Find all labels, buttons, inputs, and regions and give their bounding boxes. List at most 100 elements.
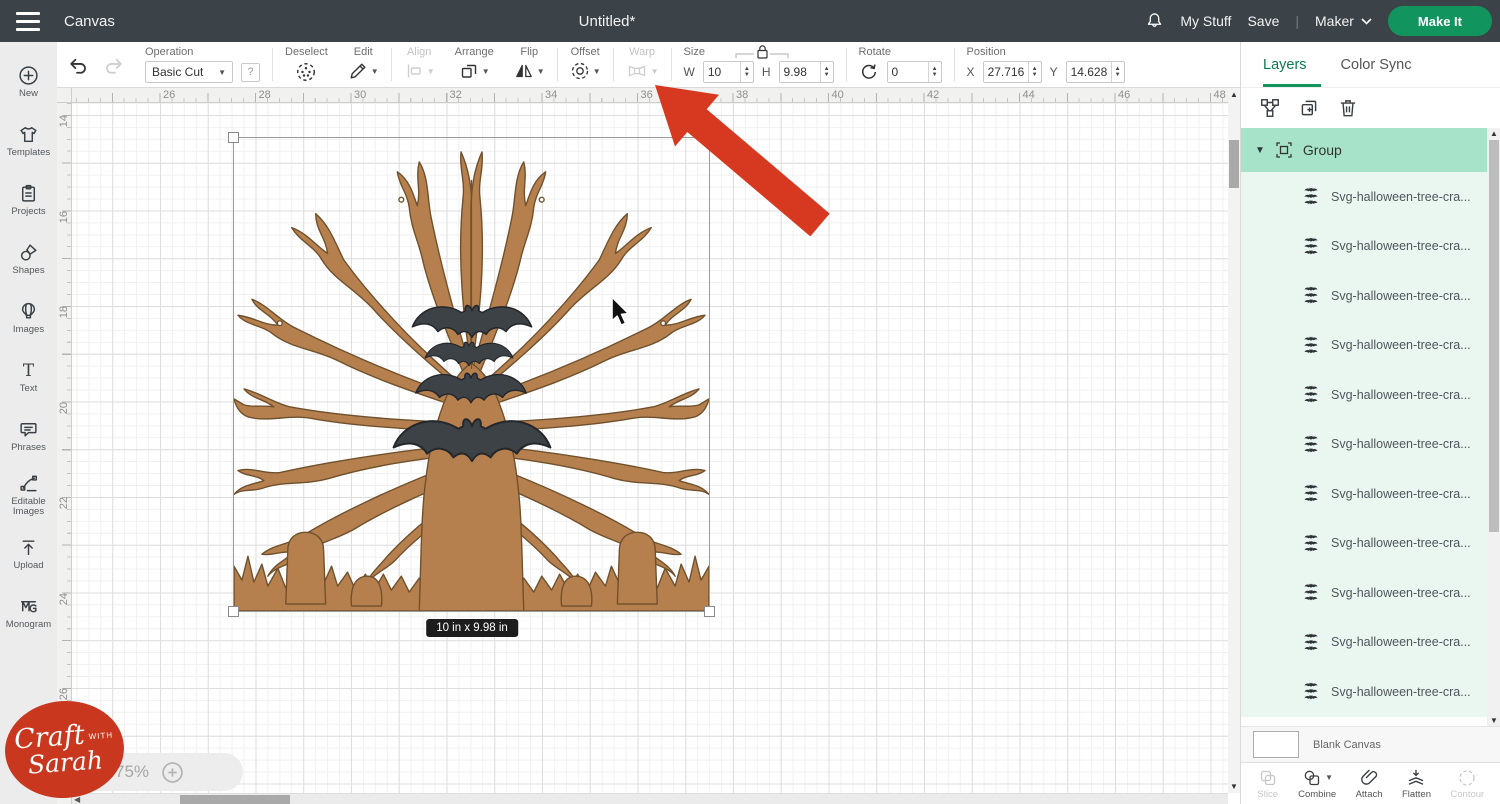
selection-bounding-box[interactable]: [233, 137, 710, 612]
layer-row[interactable]: Svg-halloween-tree-cra...: [1241, 172, 1500, 222]
edit-button[interactable]: ▼: [348, 61, 379, 81]
layers-scrollbar[interactable]: ▲ ▼: [1487, 128, 1500, 726]
cricut-design-space-app: Canvas Untitled* My Stuff Save | Maker M…: [0, 0, 1500, 804]
save-link[interactable]: Save: [1247, 13, 1279, 29]
new-plus-icon: [18, 65, 39, 86]
canvas-color-swatch[interactable]: [1253, 731, 1299, 758]
panel-tabs: Layers Color Sync: [1241, 42, 1500, 88]
y-position-input[interactable]: [1067, 62, 1111, 82]
canvas-horizontal-scrollbar[interactable]: ◀: [72, 793, 1228, 804]
vertical-scroll-thumb[interactable]: [1229, 140, 1239, 188]
arrange-button[interactable]: ▼: [459, 61, 490, 81]
x-stepper[interactable]: ▲▼: [1028, 62, 1041, 82]
sidebar-item-label: Text: [20, 384, 37, 394]
rotate-input[interactable]: [888, 62, 928, 82]
canvas-vertical-scrollbar[interactable]: ▲ ▼: [1228, 88, 1240, 793]
sidebar-item-templates[interactable]: Templates: [0, 111, 57, 170]
height-input[interactable]: [780, 62, 820, 82]
resize-handle-top-right[interactable]: [704, 132, 715, 143]
layer-name: Svg-halloween-tree-cra...: [1331, 239, 1471, 253]
offset-button[interactable]: ▼: [570, 61, 601, 81]
layer-name: Svg-halloween-tree-cra...: [1331, 388, 1471, 402]
group-expand-chevron-icon[interactable]: ▼: [1255, 145, 1265, 156]
layer-row[interactable]: Svg-halloween-tree-cra...: [1241, 420, 1500, 470]
edit-toolbar: Operation Basic Cut▼ ? Deselect Edit ▼ A…: [57, 42, 1240, 88]
canvas-region: 262830323436384042444648 14161820222426: [57, 88, 1240, 804]
attach-button[interactable]: Attach: [1356, 768, 1383, 800]
layers-scroll-thumb[interactable]: [1489, 140, 1499, 532]
h-ruler-label: 28: [256, 89, 271, 101]
chevron-down-icon: [1361, 18, 1372, 25]
combine-caret-icon: ▼: [1325, 773, 1333, 782]
tab-color-sync[interactable]: Color Sync: [1341, 57, 1412, 73]
sidebar-item-shapes[interactable]: Shapes: [0, 229, 57, 288]
layer-row[interactable]: Svg-halloween-tree-cra...: [1241, 271, 1500, 321]
flatten-button[interactable]: Flatten: [1402, 768, 1431, 800]
rotate-icon[interactable]: [859, 62, 879, 82]
sidebar-item-images[interactable]: Images: [0, 288, 57, 347]
hamburger-menu-button[interactable]: [0, 0, 56, 42]
blank-canvas-row[interactable]: Blank Canvas: [1241, 726, 1500, 762]
logo-word-with: WITH: [88, 730, 113, 741]
scroll-up-arrow-icon[interactable]: ▲: [1230, 90, 1238, 99]
layer-row[interactable]: Svg-halloween-tree-cra...: [1241, 469, 1500, 519]
sidebar-item-editable-images[interactable]: Editable Images: [0, 465, 57, 524]
sidebar-item-monogram[interactable]: Monogram: [0, 583, 57, 642]
sidebar-item-upload[interactable]: Upload: [0, 524, 57, 583]
sidebar-item-projects[interactable]: Projects: [0, 170, 57, 229]
my-stuff-link[interactable]: My Stuff: [1180, 13, 1231, 29]
layer-row[interactable]: Svg-halloween-tree-cra...: [1241, 321, 1500, 371]
help-button[interactable]: ?: [241, 63, 260, 82]
ungroup-icon[interactable]: [1259, 97, 1281, 119]
duplicate-icon[interactable]: [1298, 97, 1320, 119]
bats-thumbnail-icon: [1301, 385, 1321, 404]
sidebar-item-phrases[interactable]: Phrases: [0, 406, 57, 465]
width-stepper[interactable]: ▲▼: [740, 62, 753, 82]
v-ruler-label: 26: [58, 688, 70, 700]
resize-handle-bottom-left[interactable]: [228, 606, 239, 617]
layer-row[interactable]: Svg-halloween-tree-cra...: [1241, 568, 1500, 618]
edit-nodes-icon: [18, 473, 39, 494]
machine-selector[interactable]: Maker: [1315, 13, 1372, 29]
sidebar-item-label: Phrases: [11, 443, 46, 453]
x-position-input[interactable]: [984, 62, 1028, 82]
layer-name: Svg-halloween-tree-cra...: [1331, 536, 1471, 550]
trash-icon[interactable]: [1337, 97, 1359, 119]
combine-button[interactable]: ▼ Combine: [1298, 768, 1336, 800]
notifications-bell-icon[interactable]: [1145, 11, 1164, 31]
y-stepper[interactable]: ▲▼: [1111, 62, 1124, 82]
resize-handle-bottom-right[interactable]: [704, 606, 715, 617]
deselect-button[interactable]: [295, 61, 317, 83]
halloween-tree-artwork[interactable]: [234, 138, 709, 611]
undo-button[interactable]: [67, 55, 88, 76]
layer-row[interactable]: Svg-halloween-tree-cra...: [1241, 618, 1500, 668]
layer-row[interactable]: Svg-halloween-tree-cra...: [1241, 370, 1500, 420]
group-row[interactable]: ▼ Group: [1241, 128, 1500, 172]
horizontal-ruler: 262830323436384042444648: [72, 88, 1240, 103]
layer-row[interactable]: Svg-halloween-tree-cra...: [1241, 222, 1500, 272]
width-input[interactable]: [704, 62, 740, 82]
design-canvas[interactable]: 10 in x 9.98 in: [72, 103, 1228, 793]
height-stepper[interactable]: ▲▼: [820, 62, 833, 82]
sidebar-item-new[interactable]: New: [0, 52, 57, 111]
bats-thumbnail-icon: [1301, 336, 1321, 355]
slice-button: Slice: [1257, 768, 1279, 800]
flip-button[interactable]: ▼: [514, 61, 545, 81]
rotate-stepper[interactable]: ▲▼: [928, 62, 941, 82]
layer-name: Svg-halloween-tree-cra...: [1331, 635, 1471, 649]
resize-handle-top-left[interactable]: [228, 132, 239, 143]
make-it-button[interactable]: Make It: [1388, 6, 1492, 36]
tab-layers[interactable]: Layers: [1263, 57, 1307, 73]
operation-select[interactable]: Basic Cut▼: [145, 61, 233, 83]
horizontal-scroll-thumb[interactable]: [180, 795, 290, 804]
layer-row[interactable]: Svg-halloween-tree-cra...: [1241, 519, 1500, 569]
scroll-down-arrow-icon[interactable]: ▼: [1230, 782, 1238, 791]
size-lock-button[interactable]: [734, 44, 790, 60]
zoom-in-button[interactable]: [161, 761, 184, 784]
layers-scroll-down-icon[interactable]: ▼: [1490, 716, 1498, 725]
sidebar-item-text[interactable]: T Text: [0, 347, 57, 406]
redo-button[interactable]: [104, 55, 125, 76]
vertical-ruler: 14161820222426: [57, 103, 72, 804]
layers-scroll-up-icon[interactable]: ▲: [1490, 129, 1498, 138]
layer-row[interactable]: Svg-halloween-tree-cra...: [1241, 667, 1500, 717]
